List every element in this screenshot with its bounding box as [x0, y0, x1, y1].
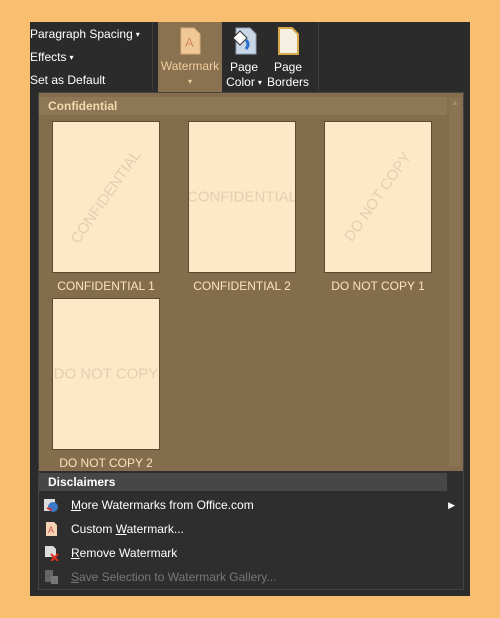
svg-text:A: A [185, 35, 194, 50]
label: Watermark [160, 59, 220, 73]
watermark-preview-text: DO NOT COPY [340, 149, 416, 245]
page-color-icon [232, 27, 257, 55]
watermark-dropdown: Confidential ▲ CONFIDENTIAL CONFIDENTIAL … [38, 92, 464, 590]
label: Page [273, 60, 303, 74]
access-key: W [115, 522, 127, 536]
effects-button[interactable]: Effects ▾ [30, 50, 73, 64]
thumbnail-label: CONFIDENTIAL 2 [193, 279, 291, 293]
caret-down-icon: ▾ [69, 53, 74, 63]
label: Effects [30, 50, 67, 64]
watermark-button[interactable]: A Watermark ▾ [158, 22, 222, 92]
watermark-preview-text: CONFIDENTIAL [67, 147, 145, 247]
caret-down-icon: ▾ [187, 77, 192, 86]
svg-text:A: A [48, 525, 54, 535]
menu-item[interactable]: More Watermarks from Office.com ▶ [39, 493, 463, 517]
watermark-preview-text: DO NOT COPY [53, 365, 159, 383]
watermark-thumbnail[interactable]: CONFIDENTIAL [52, 121, 160, 273]
thumbnail-label: CONFIDENTIAL 1 [57, 279, 155, 293]
access-key: R [71, 546, 80, 560]
access-key: M [71, 498, 81, 512]
menu-item[interactable]: Remove Watermark [39, 541, 463, 565]
scroll-up-icon[interactable]: ▲ [449, 97, 461, 109]
label: ore Watermarks from Office.com [81, 498, 254, 512]
page-borders-button[interactable]: Page Borders [266, 22, 310, 92]
watermark-thumbnail[interactable]: DO NOT COPY [52, 298, 160, 450]
page-color-button[interactable]: Page Color ▾ [224, 22, 264, 92]
label: Custom [71, 522, 116, 536]
thumbnail-label: DO NOT COPY 2 [59, 456, 153, 470]
page-borders-icon [278, 27, 299, 55]
set-as-default-button[interactable]: Set as Default [30, 73, 105, 87]
thumbnail-label: DO NOT COPY 1 [331, 279, 425, 293]
watermark-icon: A [180, 27, 201, 55]
word-window: Paragraph Spacing ▾ Effects ▾ Set as Defau… [30, 22, 470, 596]
paragraph-spacing-button[interactable]: Paragraph Spacing ▾ [30, 27, 140, 41]
gallery-scrollbar[interactable]: ▲ [449, 97, 461, 467]
label: Page [229, 60, 259, 74]
section-header-confidential: Confidential [39, 97, 447, 115]
submenu-arrow-icon: ▶ [448, 500, 455, 510]
label: ave Selection to Watermark Gallery... [79, 570, 277, 584]
label: Borders [266, 75, 310, 89]
label: emove Watermark [79, 546, 178, 560]
caret-down-icon: ▾ [135, 30, 140, 40]
watermark-thumbnail[interactable]: DO NOT COPY [324, 121, 432, 273]
watermark-thumbnail[interactable]: CONFIDENTIAL [188, 121, 296, 273]
label: atermark... [126, 522, 184, 536]
divider [318, 22, 319, 90]
watermark-gallery: Confidential ▲ CONFIDENTIAL CONFIDENTIAL … [39, 93, 463, 471]
section-header-disclaimers: Disclaimers [39, 473, 447, 491]
label: Paragraph Spacing [30, 27, 133, 41]
label: Color ▾ [226, 75, 262, 89]
access-key: S [71, 570, 80, 584]
menu-item: Save Selection to Watermark Gallery... [39, 565, 463, 589]
watermark-preview-text: CONFIDENTIAL [188, 188, 296, 206]
divider [152, 22, 153, 90]
menu-item[interactable]: A Custom Watermark... [39, 517, 463, 541]
